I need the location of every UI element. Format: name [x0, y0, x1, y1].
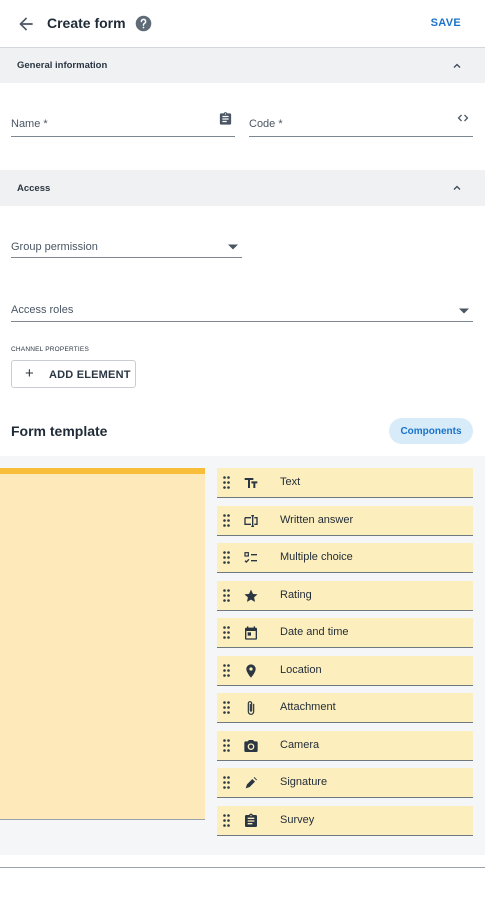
- component-label: Signature: [280, 776, 328, 788]
- component-date-and-time[interactable]: Date and time: [217, 618, 473, 648]
- chevron-up-icon[interactable]: [451, 182, 463, 194]
- help-icon[interactable]: [135, 15, 152, 32]
- component-label: Written answer: [280, 514, 354, 526]
- name-field-label: Name *: [11, 118, 48, 130]
- plus-icon: +: [25, 365, 34, 382]
- dropdown-arrow-icon[interactable]: [228, 244, 238, 250]
- section-general-information[interactable]: General information: [0, 48, 485, 83]
- component-label: Multiple choice: [280, 551, 353, 563]
- code-field[interactable]: Code *: [249, 108, 473, 137]
- group-permission-select[interactable]: Group permission: [11, 233, 242, 258]
- component-rating[interactable]: Rating: [217, 581, 473, 611]
- clipboard-icon: [245, 813, 257, 827]
- section-title: General information: [17, 60, 108, 71]
- component-survey[interactable]: Survey: [217, 806, 473, 836]
- add-element-label: ADD ELEMENT: [49, 369, 131, 381]
- section-title: Access: [17, 183, 51, 194]
- code-field-label: Code *: [249, 118, 283, 130]
- save-button[interactable]: SAVE: [431, 17, 461, 29]
- arrow-left-icon[interactable]: [16, 14, 36, 34]
- component-location[interactable]: Location: [217, 656, 473, 686]
- component-label: Date and time: [280, 626, 349, 638]
- drag-handle-icon[interactable]: [223, 701, 230, 714]
- component-camera[interactable]: Camera: [217, 731, 473, 761]
- drag-handle-icon[interactable]: [223, 589, 230, 602]
- drag-handle-icon[interactable]: [223, 776, 230, 789]
- dropdown-arrow-icon[interactable]: [459, 308, 469, 314]
- component-written-answer[interactable]: Written answer: [217, 506, 473, 536]
- component-multiple-choice[interactable]: Multiple choice: [217, 543, 473, 573]
- components-chip-label: Components: [400, 426, 462, 437]
- drag-handle-icon[interactable]: [223, 514, 230, 527]
- code-icon[interactable]: [456, 112, 470, 124]
- app-header: Create form SAVE: [0, 0, 485, 48]
- clipboard-icon[interactable]: [218, 111, 233, 127]
- page-title: Create form: [47, 15, 126, 31]
- drag-handle-icon[interactable]: [223, 739, 230, 752]
- channel-properties-label: CHANNEL PROPERTIES: [11, 346, 90, 353]
- divider: [0, 867, 485, 868]
- drag-handle-icon[interactable]: [223, 814, 230, 827]
- chevron-up-icon[interactable]: [451, 60, 463, 72]
- text-format-icon: [244, 478, 258, 488]
- component-label: Camera: [280, 739, 320, 751]
- camera-icon: [244, 740, 258, 752]
- location-pin-icon: [246, 664, 256, 678]
- component-label: Survey: [280, 814, 315, 826]
- component-label: Text: [280, 476, 301, 488]
- input-field-icon: [244, 515, 258, 527]
- paperclip-icon: [247, 701, 255, 715]
- star-icon: [244, 589, 258, 602]
- form-template-title: Form template: [11, 423, 108, 439]
- component-text[interactable]: Text: [217, 468, 473, 498]
- checklist-icon: [244, 552, 257, 563]
- drag-handle-icon[interactable]: [223, 476, 230, 489]
- component-label: Location: [280, 664, 322, 676]
- drag-handle-icon[interactable]: [223, 551, 230, 564]
- pen-icon: [245, 777, 257, 789]
- component-signature[interactable]: Signature: [217, 768, 473, 798]
- name-field[interactable]: Name *: [11, 108, 235, 137]
- component-label: Rating: [280, 589, 312, 601]
- components-chip[interactable]: Components: [389, 418, 473, 444]
- component-attachment[interactable]: Attachment: [217, 693, 473, 723]
- drag-handle-icon[interactable]: [223, 626, 230, 639]
- section-access[interactable]: Access: [0, 170, 485, 206]
- add-element-button[interactable]: + ADD ELEMENT: [11, 360, 136, 388]
- access-roles-label: Access roles: [11, 304, 74, 316]
- group-permission-label: Group permission: [11, 241, 98, 253]
- calendar-icon: [245, 626, 257, 640]
- component-label: Attachment: [280, 701, 336, 713]
- drag-handle-icon[interactable]: [223, 664, 230, 677]
- access-roles-select[interactable]: Access roles: [11, 296, 473, 322]
- form-canvas[interactable]: [0, 468, 205, 820]
